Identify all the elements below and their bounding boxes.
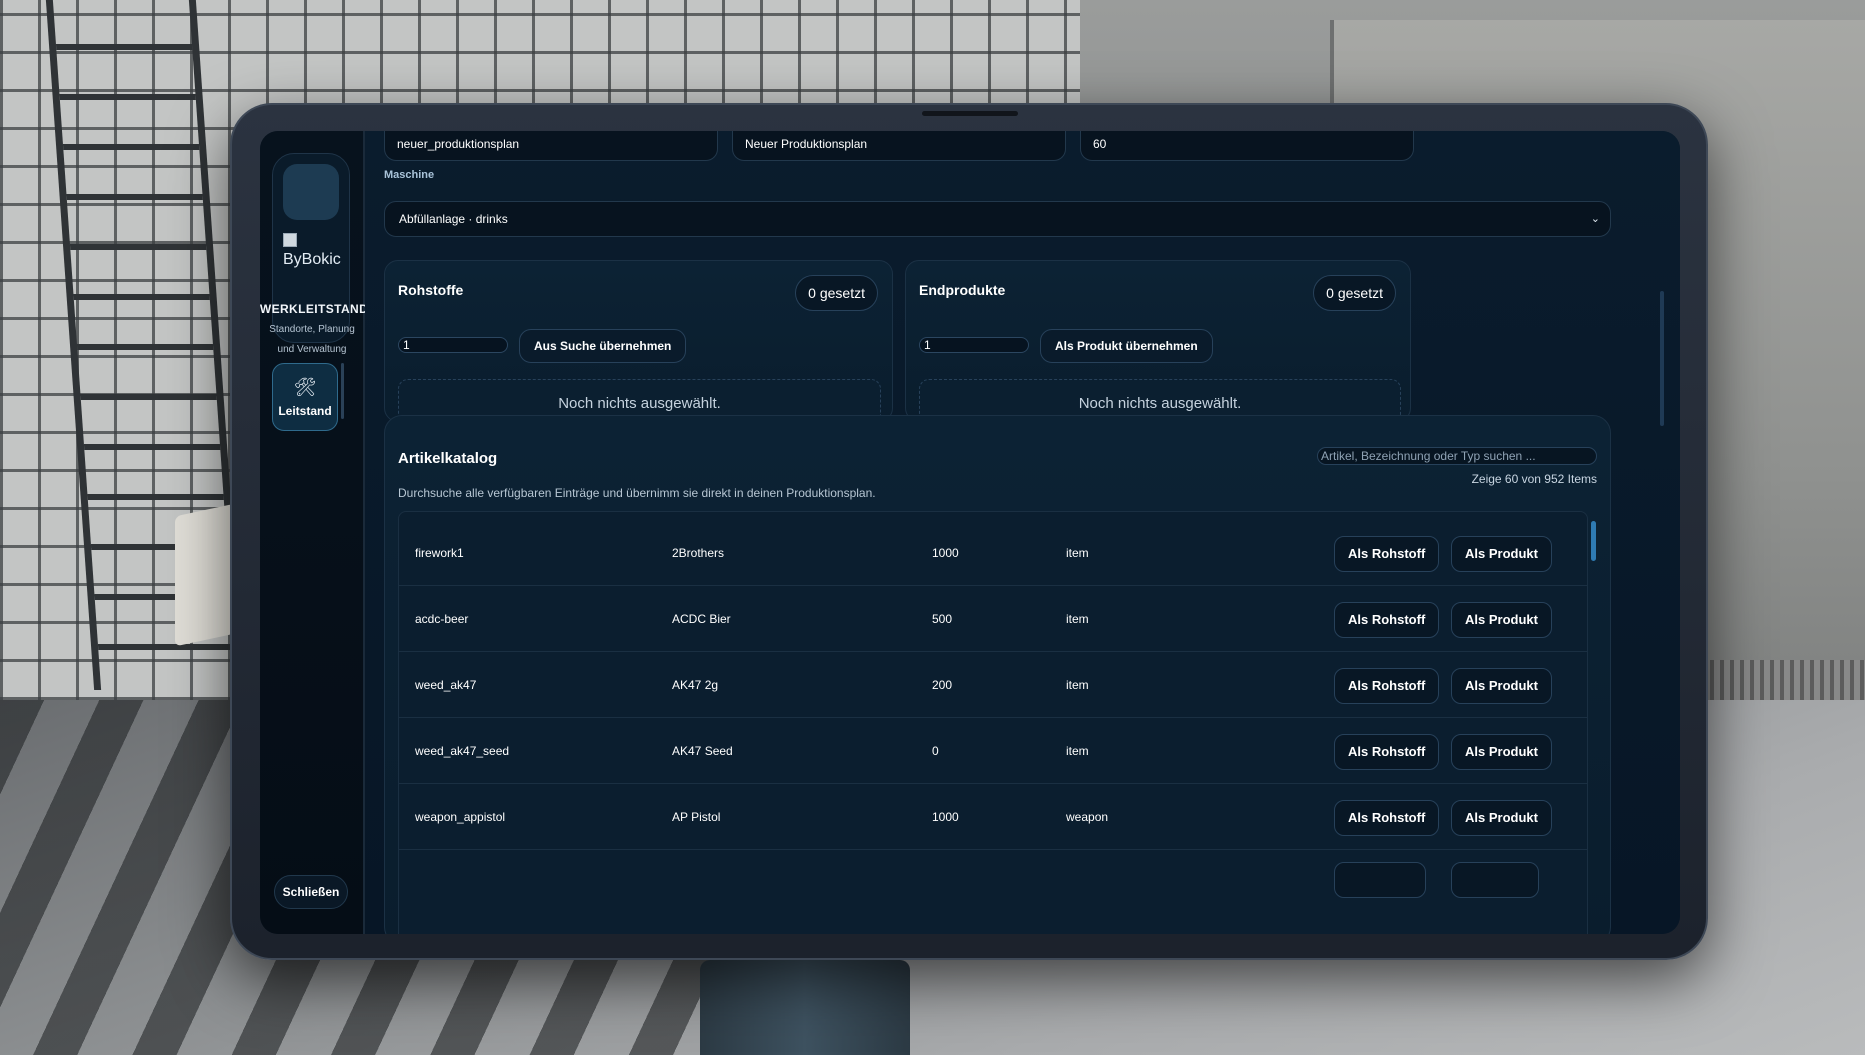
item-label: AP Pistol bbox=[672, 810, 721, 824]
brand-logo bbox=[283, 164, 339, 220]
item-label: 2Brothers bbox=[672, 546, 725, 560]
tablet-frame: ByBokic WERKLEITSTAND Standorte, Planung… bbox=[230, 103, 1708, 960]
add-as-produkt-button[interactable]: Als Produkt bbox=[1451, 800, 1552, 836]
table-scrollbar[interactable] bbox=[1591, 521, 1596, 561]
catalog-search-input[interactable]: Artikel, Bezeichnung oder Typ suchen ... bbox=[1317, 447, 1597, 465]
plan-name-input[interactable]: Neuer Produktionsplan bbox=[732, 131, 1066, 161]
catalog-title: Artikelkatalog bbox=[398, 450, 498, 467]
table-row: acdc-beer ACDC Bier 500 item Als Rohstof… bbox=[399, 586, 1587, 652]
catalog-count: Zeige 60 von 952 Items bbox=[1471, 472, 1597, 486]
sidebar-item-label: Leitstand bbox=[278, 404, 332, 418]
plan-time-input[interactable]: 60 bbox=[1080, 131, 1414, 161]
endprodukte-quantity-input[interactable]: 1 bbox=[919, 337, 1029, 353]
add-as-rohstoff-button[interactable]: Als Rohstoff bbox=[1334, 536, 1440, 572]
brand-subtitle: Standorte, Planung und Verwaltung bbox=[269, 324, 355, 355]
main-scrollbar[interactable] bbox=[1660, 291, 1664, 426]
item-weight: 500 bbox=[932, 612, 953, 626]
catalog-table: firework1 2Brothers 1000 item Als Rohsto… bbox=[398, 511, 1588, 934]
item-label: ACDC Bier bbox=[672, 612, 731, 626]
add-as-rohstoff-button[interactable]: Als Rohstoff bbox=[1334, 602, 1440, 638]
endprodukte-panel: Endprodukte 0 gesetzt 1 Als Produkt über… bbox=[905, 260, 1411, 429]
item-weight: 200 bbox=[932, 678, 953, 692]
add-as-produkt-button[interactable]: Als Produkt bbox=[1451, 668, 1552, 704]
item-weight: 1000 bbox=[932, 546, 959, 560]
rohstoffe-count-badge: 0 gesetzt bbox=[795, 275, 878, 311]
chevron-down-icon: ⌄ bbox=[1590, 213, 1600, 225]
brand-image-broken: ByBokic bbox=[283, 230, 343, 270]
item-type: item bbox=[1066, 678, 1089, 692]
item-name: acdc-beer bbox=[415, 612, 469, 626]
plan-id-input[interactable]: neuer_produktionsplan bbox=[384, 131, 718, 161]
sidebar-scrollbar[interactable] bbox=[341, 363, 344, 419]
broken-image-icon bbox=[283, 232, 297, 247]
artikelkatalog-panel: Artikelkatalog Artikel, Bezeichnung oder… bbox=[384, 415, 1611, 934]
rohstoffe-panel: Rohstoffe 0 gesetzt 1 Aus Suche übernehm… bbox=[384, 260, 893, 429]
add-as-rohstoff-button[interactable]: Als Rohstoff bbox=[1334, 668, 1440, 704]
add-as-produkt-button[interactable]: Als Produkt bbox=[1451, 602, 1552, 638]
sidebar: ByBokic WERKLEITSTAND Standorte, Planung… bbox=[260, 131, 368, 934]
table-row: weed_ak47 AK47 2g 200 item Als Rohstoff … bbox=[399, 652, 1587, 718]
item-name: weed_ak47_seed bbox=[415, 744, 510, 758]
rohstoffe-title: Rohstoffe bbox=[398, 282, 464, 298]
item-type: item bbox=[1066, 744, 1089, 758]
item-weight: 1000 bbox=[932, 810, 959, 824]
add-as-produkt-button-partial[interactable] bbox=[1451, 862, 1539, 898]
add-as-produkt-button[interactable]: Als Produkt bbox=[1451, 536, 1552, 572]
sidebar-item-leitstand[interactable]: 🛠 Leitstand bbox=[272, 363, 338, 431]
machine-label: Maschine bbox=[384, 169, 435, 181]
item-type: item bbox=[1066, 612, 1089, 626]
brand-card: ByBokic WERKLEITSTAND Standorte, Planung… bbox=[260, 153, 368, 355]
item-label: AK47 Seed bbox=[672, 744, 733, 758]
item-type: item bbox=[1066, 546, 1089, 560]
add-as-rohstoff-button[interactable]: Als Rohstoff bbox=[1334, 800, 1440, 836]
adopt-from-search-button[interactable]: Aus Suche übernehmen bbox=[519, 329, 687, 363]
machine-select[interactable]: Abfüllanlage · drinks ⌄ bbox=[384, 201, 1611, 237]
endprodukte-title: Endprodukte bbox=[919, 282, 1006, 298]
tools-icon: 🛠 bbox=[293, 377, 317, 397]
item-name: weapon_appistol bbox=[415, 810, 506, 824]
item-name: firework1 bbox=[415, 546, 464, 560]
chair bbox=[175, 503, 235, 647]
main-content: neuer_produktionsplan Neuer Produktionsp… bbox=[365, 131, 1680, 934]
brand-title: WERKLEITSTAND bbox=[260, 302, 369, 316]
item-weight: 0 bbox=[932, 744, 939, 758]
close-button[interactable]: Schließen bbox=[274, 875, 348, 909]
add-as-rohstoff-button-partial[interactable] bbox=[1334, 862, 1426, 898]
rohstoffe-quantity-input[interactable]: 1 bbox=[398, 337, 508, 353]
item-type: weapon bbox=[1066, 810, 1109, 824]
tablet-notch bbox=[922, 111, 1018, 116]
catalog-description: Durchsuche alle verfügbaren Einträge und… bbox=[398, 486, 876, 500]
table-row-partial bbox=[399, 850, 1587, 916]
brand-alt-text: ByBokic bbox=[283, 251, 341, 268]
item-name: weed_ak47 bbox=[415, 678, 477, 692]
add-as-rohstoff-button[interactable]: Als Rohstoff bbox=[1334, 734, 1440, 770]
table-row: firework1 2Brothers 1000 item Als Rohsto… bbox=[399, 520, 1587, 586]
player-character bbox=[700, 960, 910, 1055]
table-row: weed_ak47_seed AK47 Seed 0 item Als Rohs… bbox=[399, 718, 1587, 784]
add-as-produkt-button[interactable]: Als Produkt bbox=[1451, 734, 1552, 770]
item-label: AK47 2g bbox=[672, 678, 719, 692]
table-row: weapon_appistol AP Pistol 1000 weapon Al… bbox=[399, 784, 1587, 850]
endprodukte-count-badge: 0 gesetzt bbox=[1313, 275, 1396, 311]
tablet-screen: ByBokic WERKLEITSTAND Standorte, Planung… bbox=[260, 131, 1680, 934]
machine-select-value: Abfüllanlage · drinks bbox=[399, 212, 508, 226]
adopt-as-product-button[interactable]: Als Produkt übernehmen bbox=[1040, 329, 1213, 363]
